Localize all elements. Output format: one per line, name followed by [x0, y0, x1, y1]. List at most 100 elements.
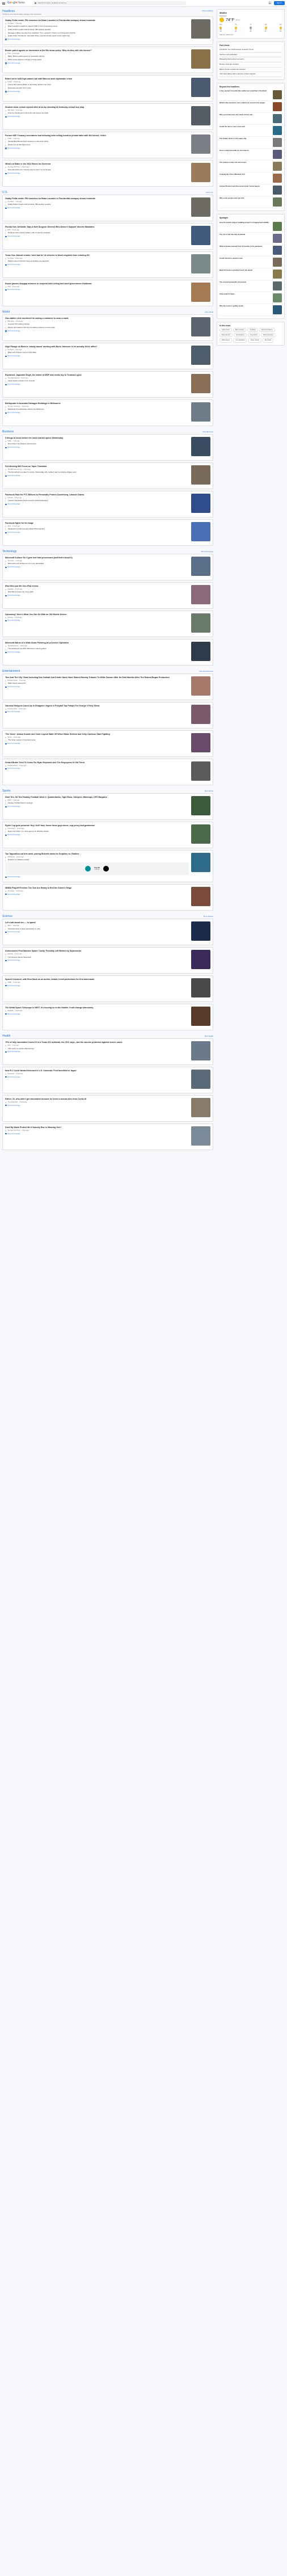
full-coverage-link[interactable]: View Full Coverage — [5, 1051, 189, 1053]
topic-chip[interactable]: Mark Zuckerberg — [260, 333, 276, 338]
google-news-logo[interactable]: GoogleNews — [7, 1, 25, 5]
source-name[interactable]: The Wall Street Journal — [7, 469, 22, 470]
full-coverage-link[interactable]: View Full Coverage — [5, 330, 189, 332]
fact-check-item[interactable]: Misleading claims about ivermectin — [220, 57, 282, 63]
related-story[interactable]: Microsoft's new Surface Go 3 is a tiny d… — [5, 563, 189, 566]
story-thumbnail[interactable] — [191, 761, 210, 781]
full-coverage-link[interactable]: View Full Coverage — [5, 447, 189, 448]
beyond-story[interactable]: The hidden history of the paper clip — [220, 137, 282, 149]
full-coverage-link[interactable]: View Full Coverage — [5, 1105, 189, 1106]
related-story[interactable]: New Hampshire Gov. Sununu says he won't … — [5, 169, 189, 172]
full-coverage-link[interactable]: View Full Coverage — [5, 743, 189, 744]
headline[interactable]: 5 things to know before the stock market… — [5, 437, 189, 439]
beyond-story[interactable]: Why your brain loves the smell of fresh … — [220, 113, 282, 125]
related-story[interactable]: Dow futures rise ahead of Fed decision — [5, 443, 189, 446]
related-story[interactable]: 'The Voice' season 21 premiere recap — [5, 739, 189, 742]
more-link[interactable]: More Science — [204, 915, 213, 918]
related-story[interactable]: Message to Brian Laundrie from neighbors… — [5, 32, 189, 35]
story-thumbnail[interactable] — [191, 887, 210, 907]
source-name[interactable]: Fox News — [7, 23, 14, 24]
story-thumbnail[interactable] — [191, 642, 210, 662]
spotlight-story[interactable]: Why the ocean is getting louder — [220, 304, 282, 316]
more-link[interactable]: More Entertainment — [199, 670, 213, 673]
section-title[interactable]: Sports — [2, 789, 10, 793]
headline[interactable]: Gerard Butler Tried To Come For Ryan Rey… — [5, 761, 189, 764]
game-score[interactable]: Sep 26 4:05 PM — [5, 862, 189, 875]
related-story[interactable]: Gabby Petito The Murder ‘Homeside’ Brian… — [5, 35, 189, 37]
more-link[interactable]: More Business — [203, 431, 214, 433]
story-thumbnail[interactable] — [191, 346, 210, 365]
source-name[interactable]: The Ringer — [7, 890, 14, 892]
related-story[interactable]: The Fed will tell us a taper is coming. … — [5, 472, 189, 474]
story-thumbnail[interactable] — [191, 374, 210, 394]
topic-chip[interactable]: Gabby Petito — [220, 328, 232, 332]
full-coverage-link[interactable]: View Full Coverage — [5, 503, 189, 505]
source-name[interactable]: BuzzFeed News — [7, 680, 17, 681]
related-story[interactable]: Gabby Petito's death ruled homicide, FBI… — [5, 28, 189, 31]
more-link[interactable]: More Technology — [201, 550, 213, 553]
related-story[interactable]: Biden and Johnson meet in Oval Office — [5, 352, 189, 355]
source-name[interactable]: Fox News — [7, 349, 14, 351]
story-thumbnail[interactable] — [191, 78, 210, 98]
story-thumbnail[interactable] — [191, 824, 210, 844]
headline[interactable]: Astronomers Find Massive Space 'Cavity' … — [5, 950, 189, 952]
more-link[interactable]: More U.S. — [206, 191, 213, 194]
beyond-story[interactable]: Inside the race to save coral reefs — [220, 125, 282, 137]
source-name[interactable]: Variety — [7, 736, 11, 738]
headline[interactable]: Earthquake in Australia Damages Building… — [5, 402, 189, 405]
story-thumbnail[interactable] — [191, 1098, 210, 1118]
full-coverage-link[interactable]: View Full Coverage — [5, 651, 189, 653]
story-thumbnail[interactable] — [191, 585, 210, 605]
story-thumbnail[interactable] — [191, 226, 210, 246]
source-name[interactable]: The Hacker News — [7, 645, 18, 647]
source-name[interactable]: The New York Times — [7, 166, 20, 168]
topic-chip[interactable]: Boris Johnson — [220, 333, 233, 338]
related-story[interactable]: Singh rejects overtures from Liberals — [5, 380, 189, 383]
story-thumbnail[interactable] — [191, 437, 210, 457]
spotlight-story[interactable]: Cities built for bikes — [220, 292, 282, 304]
beyond-story[interactable]: Cooking tips from a Michelin chef — [220, 172, 282, 185]
story-thumbnail[interactable] — [191, 676, 210, 696]
story-thumbnail[interactable] — [191, 613, 210, 633]
story-thumbnail[interactable] — [191, 19, 210, 39]
related-story[interactable]: Willie Garson dead at 57 — [5, 683, 189, 685]
source-name[interactable]: Salon — [7, 925, 11, 927]
headline[interactable]: Microsoft Warns of a Wide-Scale Phishing… — [5, 642, 189, 644]
headline[interactable]: What's at Stake in the 2022 Races for Go… — [5, 163, 189, 165]
story-thumbnail[interactable] — [191, 921, 210, 941]
headline[interactable]: Nigel Farage on Biden's ‘slowly dazed’ m… — [5, 346, 189, 348]
story-thumbnail[interactable] — [191, 950, 210, 970]
spotlight-story[interactable]: The surprising benefits of boredom — [220, 280, 282, 292]
headline[interactable]: Florida Gov. DeSantis Taps A New Surgeon… — [5, 226, 189, 228]
story-thumbnail[interactable] — [191, 796, 210, 816]
related-story[interactable]: Lawsuit: Facebook's board moved to shiel… — [5, 500, 189, 503]
headline[interactable]: Texas Gov. Abbott creates 'steel barrier… — [5, 254, 189, 256]
source-name[interactable]: BBC News — [7, 321, 14, 322]
related-story[interactable]: iPad Mini 6 review: the mini is back — [5, 591, 189, 594]
headline[interactable]: Facebook fights for its image — [5, 522, 189, 524]
full-coverage-link[interactable]: View Full Coverage — [5, 148, 189, 149]
full-coverage-link[interactable]: View Full Coverage — [5, 686, 189, 688]
related-story[interactable]: Ryder Cup 2021: U.S. stars gear up for W… — [5, 831, 189, 834]
headline[interactable]: iPad Mini and 9th Gen iPad review — [5, 585, 189, 587]
full-coverage-link[interactable]: View Full Coverage — [5, 1013, 189, 1015]
topic-chip[interactable]: Willie Garson — [220, 338, 233, 343]
headline[interactable]: New R.1 Covid Variant Detected in U.S. O… — [5, 1070, 189, 1072]
section-title[interactable]: Technology — [2, 550, 16, 554]
headline[interactable]: Student dead, school injured after drive… — [5, 106, 189, 108]
topic-chip[interactable]: Greg Abbott — [247, 333, 260, 338]
full-coverage-link[interactable]: View Full Coverage — [5, 1133, 189, 1135]
story-thumbnail[interactable] — [191, 254, 210, 274]
source-name[interactable]: Engadget — [7, 588, 13, 590]
beyond-story[interactable]: A tiny, ancient crocodile-like reptile w… — [220, 89, 282, 102]
related-story[interactable]: Migrant camp in Del Rio clears as Haitia… — [5, 260, 189, 263]
full-coverage-link[interactable]: View Full Coverage — [5, 384, 189, 385]
full-coverage-link[interactable]: View Full Coverage — [5, 985, 189, 987]
story-thumbnail[interactable] — [191, 1041, 210, 1061]
headline[interactable]: The Webb Space Telescope is NEXT. It's m… — [5, 1007, 189, 1009]
more-link[interactable]: More Health — [205, 1035, 213, 1038]
search-input[interactable]: Search for topics, locations & sources — [32, 1, 186, 5]
headline[interactable]: Former NSF Treasury secretaries tout def… — [5, 134, 189, 137]
related-story[interactable]: Stocks rise as debt fight looms — [5, 144, 189, 146]
story-thumbnail[interactable] — [191, 49, 210, 69]
